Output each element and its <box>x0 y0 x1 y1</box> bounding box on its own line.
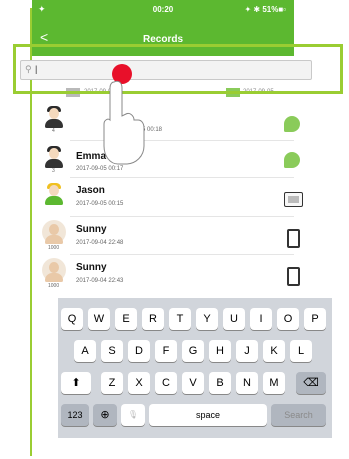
row-divider <box>70 177 294 178</box>
delete-key[interactable]: ⌫ <box>296 372 326 394</box>
key-m[interactable]: M <box>263 372 285 394</box>
key-h[interactable]: H <box>209 340 231 362</box>
row-divider <box>70 216 294 217</box>
avatar-badge: 4 <box>52 128 55 134</box>
key-q[interactable]: Q <box>61 308 83 330</box>
status-indicators: ✦ ✱ 51%■▫ <box>244 5 286 14</box>
avatar <box>42 181 66 205</box>
on-screen-keyboard: Q W E R T Y U I O P A S D F G H J K L ⬆ … <box>58 298 332 438</box>
tablet-device-icon <box>284 192 303 207</box>
key-w[interactable]: W <box>88 308 110 330</box>
globe-key[interactable]: ⊕ <box>93 404 117 426</box>
key-c[interactable]: C <box>155 372 177 394</box>
leaf-device-icon <box>284 116 300 132</box>
row-divider <box>70 254 294 255</box>
key-s[interactable]: S <box>101 340 123 362</box>
key-g[interactable]: G <box>182 340 204 362</box>
key-y[interactable]: Y <box>196 308 218 330</box>
space-key[interactable]: space <box>149 404 267 426</box>
leaf-device-icon <box>284 152 300 168</box>
key-k[interactable]: K <box>263 340 285 362</box>
key-j[interactable]: J <box>236 340 258 362</box>
record-time: 2017-09-04 22:43 <box>76 278 124 284</box>
record-name[interactable]: Jason <box>76 185 105 196</box>
key-i[interactable]: I <box>250 308 272 330</box>
key-e[interactable]: E <box>115 308 137 330</box>
key-t[interactable]: T <box>169 308 191 330</box>
phone-device-icon <box>287 229 300 248</box>
key-n[interactable]: N <box>236 372 258 394</box>
record-name[interactable]: Sunny <box>76 262 107 273</box>
numbers-key[interactable]: 123 <box>61 404 89 426</box>
key-p[interactable]: P <box>304 308 326 330</box>
status-bar: ✦ 00:20 ✦ ✱ 51%■▫ <box>32 0 294 20</box>
key-v[interactable]: V <box>182 372 204 394</box>
record-time: 2017-09-04 22:48 <box>76 240 124 246</box>
avatar <box>42 144 66 168</box>
record-name[interactable]: Sunny <box>76 224 107 235</box>
key-b[interactable]: B <box>209 372 231 394</box>
key-l[interactable]: L <box>290 340 312 362</box>
key-x[interactable]: X <box>128 372 150 394</box>
shift-key[interactable]: ⬆ <box>61 372 91 394</box>
pointing-hand-icon <box>103 80 145 165</box>
record-time: 2017-09-05 00:15 <box>76 201 124 207</box>
key-a[interactable]: A <box>74 340 96 362</box>
key-r[interactable]: R <box>142 308 164 330</box>
avatar <box>42 258 66 282</box>
key-o[interactable]: O <box>277 308 299 330</box>
avatar <box>42 104 66 128</box>
key-f[interactable]: F <box>155 340 177 362</box>
avatar-badge: 1000 <box>48 283 60 289</box>
phone-device-icon <box>287 267 300 286</box>
key-z[interactable]: Z <box>101 372 123 394</box>
highlight-box <box>13 44 343 94</box>
key-u[interactable]: U <box>223 308 245 330</box>
search-key[interactable]: Search <box>271 404 326 426</box>
record-time: 2017-09-05 00:17 <box>76 166 124 172</box>
avatar-badge: 1000 <box>48 245 60 251</box>
key-d[interactable]: D <box>128 340 150 362</box>
avatar <box>42 220 66 244</box>
avatar-badge: 3 <box>52 168 55 174</box>
mic-key[interactable]: 🎙 <box>121 404 145 426</box>
